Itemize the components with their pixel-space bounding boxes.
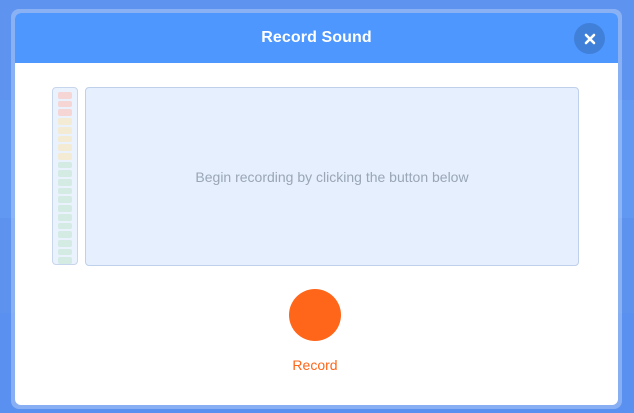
level-meter-segment [58,257,72,265]
level-meter-segment [58,152,72,160]
level-meter-segment [58,135,72,143]
recording-hint: Begin recording by clicking the button b… [195,168,469,185]
record-sound-modal: Record Sound Begin recording by clicking… [11,9,622,409]
level-meter-segment [58,205,72,212]
level-meter [52,87,78,265]
record-button[interactable] [289,289,341,341]
level-meter-segment [58,126,72,134]
close-icon [584,33,595,44]
waveform-area: Begin recording by clicking the button b… [85,87,579,266]
level-meter-segment [58,144,72,151]
level-meter-segment [58,239,72,247]
close-button[interactable] [574,23,605,54]
level-meter-segment [58,187,72,195]
record-label: Record [292,357,338,373]
level-meter-segment [58,248,72,256]
level-meter-segment [58,170,72,178]
level-meter-segment [58,161,72,169]
level-meter-segment [58,109,72,117]
level-meter-segment [58,213,72,221]
modal-title: Record Sound [261,29,372,46]
level-meter-segment [58,179,72,186]
level-meter-segment [58,222,72,230]
level-meter-segment [58,92,72,99]
modal-body: Begin recording by clicking the button b… [15,63,618,403]
level-meter-segment [58,231,72,238]
modal-content: Record Sound Begin recording by clicking… [15,13,618,405]
level-meter-segment [58,100,72,108]
level-meter-segment [58,196,72,204]
level-meter-segment [58,118,72,125]
modal-header: Record Sound [15,13,618,63]
